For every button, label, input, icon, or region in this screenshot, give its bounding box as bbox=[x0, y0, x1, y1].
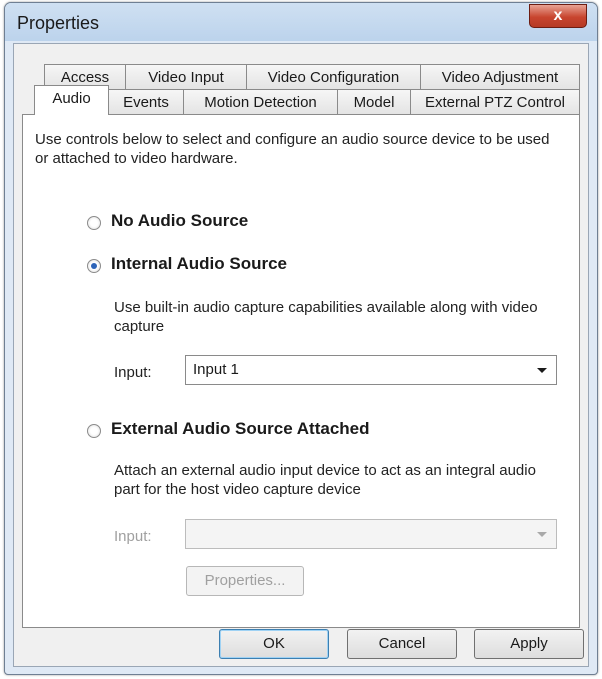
external-description: Attach an external audio input device to… bbox=[114, 462, 536, 498]
window-title: Properties bbox=[17, 13, 100, 33]
apply-button[interactable]: Apply bbox=[474, 629, 584, 659]
radio-external-audio-source[interactable] bbox=[87, 424, 101, 438]
radio-internal-audio-source[interactable] bbox=[87, 259, 101, 273]
close-button[interactable]: x bbox=[529, 4, 587, 28]
internal-input-select[interactable]: Input 1 bbox=[185, 355, 557, 385]
properties-button[interactable]: Properties... bbox=[186, 566, 304, 596]
properties-dialog: Properties x Access Video Input Video Co… bbox=[4, 2, 598, 675]
dialog-client: Access Video Input Video Configuration V… bbox=[13, 43, 589, 667]
cancel-button[interactable]: Cancel bbox=[347, 629, 457, 659]
ok-button[interactable]: OK bbox=[219, 629, 329, 659]
intro-text: Use controls below to select and configu… bbox=[35, 131, 550, 167]
tab-events[interactable]: Events bbox=[108, 89, 184, 115]
tab-video-configuration[interactable]: Video Configuration bbox=[246, 64, 421, 90]
internal-audio-source-label[interactable]: Internal Audio Source bbox=[111, 254, 287, 274]
internal-description: Use built-in audio capture capabilities … bbox=[114, 299, 538, 335]
internal-input-value: Input 1 bbox=[193, 361, 239, 378]
title-bar: Properties x bbox=[5, 3, 597, 41]
no-audio-source-label[interactable]: No Audio Source bbox=[111, 211, 248, 231]
chevron-down-icon bbox=[537, 532, 547, 537]
close-icon: x bbox=[553, 7, 563, 24]
tab-video-adjustment[interactable]: Video Adjustment bbox=[420, 64, 580, 90]
external-input-select[interactable] bbox=[185, 519, 557, 549]
tab-motion-detection[interactable]: Motion Detection bbox=[183, 89, 338, 115]
chevron-down-icon bbox=[537, 368, 547, 373]
audio-tab-panel: Use controls below to select and configu… bbox=[22, 114, 580, 628]
radio-no-audio-source[interactable] bbox=[87, 216, 101, 230]
internal-input-label: Input: bbox=[114, 364, 152, 381]
tab-model[interactable]: Model bbox=[337, 89, 411, 115]
external-audio-source-label[interactable]: External Audio Source Attached bbox=[111, 419, 370, 439]
external-input-label: Input: bbox=[114, 528, 152, 545]
tab-video-input[interactable]: Video Input bbox=[125, 64, 247, 90]
tab-external-ptz-control[interactable]: External PTZ Control bbox=[410, 89, 580, 115]
tab-audio[interactable]: Audio bbox=[34, 85, 109, 115]
